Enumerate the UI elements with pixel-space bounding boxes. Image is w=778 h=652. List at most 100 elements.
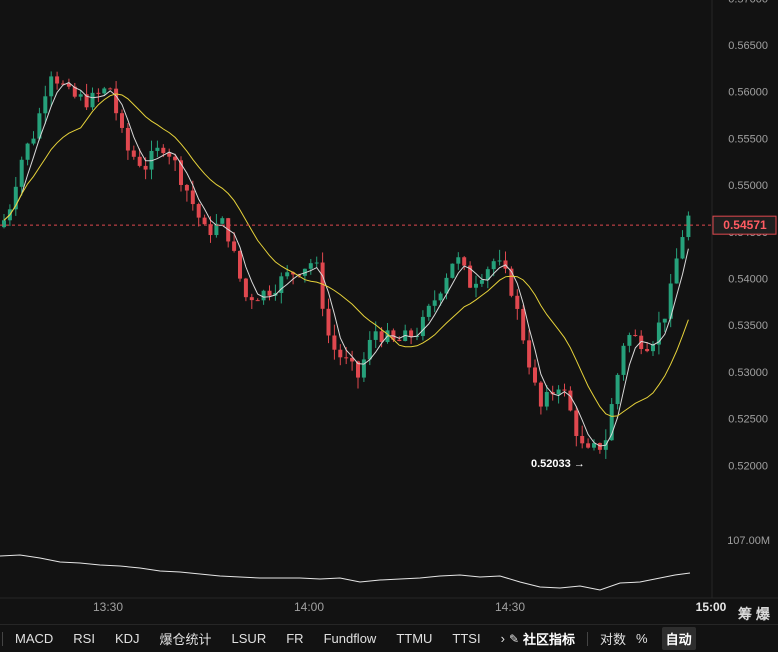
tab-macd[interactable]: MACD (15, 631, 53, 646)
y-tick-label: 0.56500 (728, 40, 768, 52)
tab-fundflow[interactable]: Fundflow (324, 631, 377, 646)
candlestick-chart[interactable]: 0.57000 0.56500 0.56000 0.55500 0.55000 0.545… (0, 0, 778, 651)
candle-body (155, 147, 160, 151)
candle-body (344, 357, 349, 359)
candle-body (232, 241, 237, 251)
y-tick-label: 0.52500 (728, 414, 768, 426)
y-tick-label: 0.55500 (728, 133, 768, 145)
candle-body (131, 150, 136, 157)
candle-body (108, 88, 113, 90)
auto-scale-toggle[interactable]: 自动 (661, 627, 696, 650)
candle-body (308, 263, 313, 269)
candle-body (255, 300, 260, 302)
candle-body (314, 262, 319, 264)
tab-ttmu[interactable]: TTMU (396, 631, 432, 646)
candle-body (615, 374, 620, 405)
candle-body (426, 305, 431, 317)
candle-body (580, 435, 585, 444)
candle-body (96, 92, 101, 94)
candle-body (326, 308, 331, 336)
community-indicators-button[interactable]: 社区指标 (523, 629, 575, 648)
tab-liquidation[interactable]: 爆仓统计 (160, 629, 212, 648)
candle-body (409, 330, 414, 337)
tab-ttsi[interactable]: TTSI (452, 631, 480, 646)
candle-body (568, 390, 573, 411)
x-tick-label: 14:00 (294, 600, 324, 614)
edit-icon[interactable]: ✎ (509, 632, 519, 646)
candle-body (90, 92, 95, 108)
candle-body (538, 382, 543, 407)
candle-body (450, 263, 455, 278)
candle-body (285, 272, 290, 277)
candle-body (338, 349, 343, 358)
divider (587, 631, 589, 646)
candle-body (367, 339, 372, 360)
candle-body (332, 335, 337, 350)
candle-body (2, 220, 6, 228)
candle-body (645, 348, 650, 352)
candle-body (19, 159, 24, 187)
log-scale-toggle[interactable]: 对数 (600, 629, 626, 648)
candle-body (190, 190, 195, 205)
candle-body (627, 335, 632, 346)
candle-body (249, 297, 254, 301)
divider (2, 631, 3, 646)
candle-body (125, 127, 130, 151)
corner-glyphs[interactable]: 筹 爆 (738, 604, 770, 624)
more-icon[interactable]: › (501, 631, 505, 646)
candle-body (509, 268, 514, 296)
indicator-toolbar: MACD RSI KDJ 爆仓统计 LSUR FR Fundflow TTMU … (0, 624, 778, 652)
candle-body (621, 345, 626, 375)
candle-body (527, 340, 532, 368)
tab-rsi[interactable]: RSI (73, 631, 95, 646)
candle-body (267, 290, 272, 296)
y-axis: 0.57000 0.56500 0.56000 0.55500 0.55000 0.545… (711, 0, 768, 598)
candles (2, 71, 691, 459)
candle-body (586, 443, 591, 448)
candle-body (120, 113, 124, 128)
y-tick-label: 0.57000 (728, 0, 768, 5)
candle-body (143, 165, 148, 170)
candle-body (361, 359, 366, 378)
candle-body (202, 217, 207, 225)
candle-body (674, 258, 679, 284)
x-tick-label: 15:00 (696, 600, 727, 614)
tab-lsur[interactable]: LSUR (232, 631, 267, 646)
candle-body (379, 331, 384, 343)
candle-body (474, 283, 478, 288)
candle-body (686, 215, 691, 238)
y-tick-label: 0.54000 (728, 274, 768, 286)
tab-fr[interactable]: FR (286, 631, 303, 646)
volume-axis-label: 107.00M (727, 535, 770, 547)
candle-body (562, 389, 567, 391)
moving-averages (3, 82, 689, 447)
candle-body (432, 300, 437, 306)
current-price-label: 0.54571 (723, 218, 767, 232)
candle-body (373, 331, 378, 340)
candle-body (497, 260, 502, 262)
candle-body (544, 391, 549, 407)
x-tick-label: 14:30 (495, 600, 525, 614)
low-price-marker: 0.52033 → (531, 458, 585, 470)
candle-body (397, 339, 402, 342)
tab-kdj[interactable]: KDJ (115, 631, 140, 646)
percent-toggle[interactable]: % (636, 631, 648, 646)
y-tick-label: 0.52000 (728, 460, 768, 472)
candle-body (491, 261, 496, 270)
candle-body (208, 224, 213, 236)
volume-panel: 107.00M (0, 535, 770, 591)
candle-body (420, 316, 425, 337)
candle-body (438, 293, 443, 301)
candle-body (114, 88, 119, 114)
candle-body (521, 308, 526, 341)
candle-body (456, 257, 461, 264)
candle-body (55, 76, 60, 84)
candle-body (533, 367, 537, 383)
candle-body (320, 262, 325, 309)
y-tick-label: 0.56000 (728, 87, 768, 99)
candle-body (633, 335, 638, 337)
candle-body (102, 88, 107, 94)
candle-body (462, 257, 467, 266)
candle-body (238, 250, 242, 279)
candle-body (243, 278, 248, 298)
